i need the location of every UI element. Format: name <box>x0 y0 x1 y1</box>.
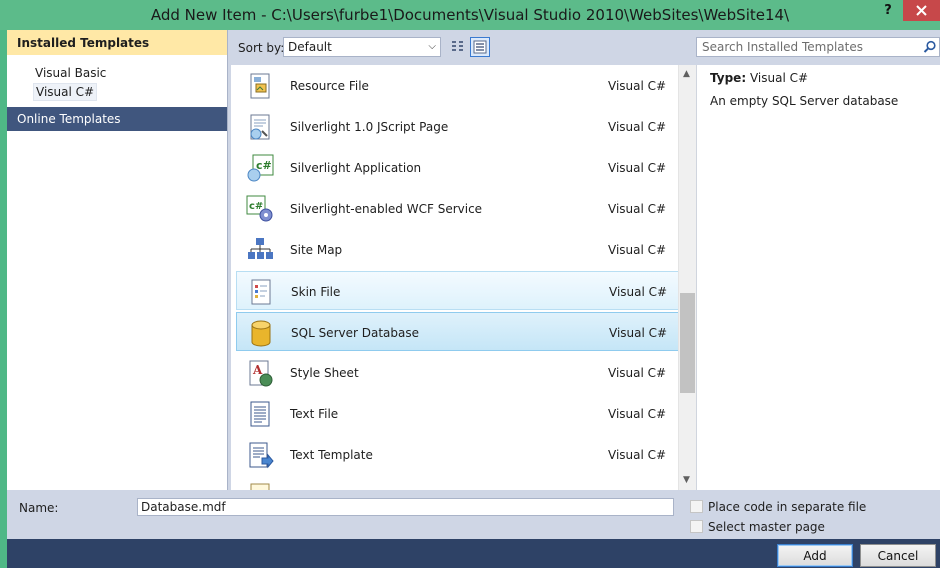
scroll-thumb[interactable] <box>680 293 695 393</box>
template-name: Silverlight-enabled WCF Service <box>290 202 483 216</box>
template-name: Silverlight 1.0 JScript Page <box>290 120 449 134</box>
template-language: Visual C# <box>608 448 667 462</box>
sort-dropdown[interactable]: Default ⌵ <box>283 37 441 57</box>
search-input[interactable]: Search Installed Templates <box>696 37 940 57</box>
list-item[interactable]: SQL Server Database Visual C# <box>236 312 679 351</box>
details-pane: Type: Visual C# An empty SQL Server data… <box>696 65 940 490</box>
text-file-icon <box>250 401 270 427</box>
xml-file-icon <box>250 483 270 490</box>
template-description: An empty SQL Server database <box>710 94 899 108</box>
scroll-up-icon[interactable]: ▲ <box>683 69 690 79</box>
template-name: Text File <box>290 407 339 421</box>
online-templates-header[interactable]: Online Templates <box>7 107 227 131</box>
template-tree: Installed Templates Visual Basic Visual … <box>7 30 228 490</box>
tree-item-visual-basic[interactable]: Visual Basic <box>33 65 108 81</box>
scroll-down-icon[interactable]: ▼ <box>683 475 690 485</box>
list-view-icon <box>452 41 463 51</box>
dialog-client: Installed Templates Visual Basic Visual … <box>7 30 940 568</box>
silverlight-jscript-icon <box>250 114 270 140</box>
svg-text:c#: c# <box>249 201 263 212</box>
template-name: Site Map <box>290 243 343 257</box>
options-area: Name: Database.mdf Place code in separat… <box>7 490 940 539</box>
svg-text:c#: c# <box>256 159 272 172</box>
template-language: Visual C# <box>608 366 667 380</box>
template-language: Visual C# <box>609 326 668 340</box>
template-language: Visual C# <box>608 161 667 175</box>
window-title: Add New Item - C:\Users\furbe1\Documents… <box>150 6 790 24</box>
close-icon <box>916 5 927 16</box>
list-scrollbar[interactable]: ▲ ▼ <box>678 65 696 490</box>
installed-templates-header[interactable]: Installed Templates <box>7 30 227 55</box>
skin-file-icon <box>251 279 271 305</box>
template-name: SQL Server Database <box>291 326 419 340</box>
name-input[interactable]: Database.mdf <box>137 498 674 516</box>
button-bar: Add Cancel <box>7 539 940 568</box>
style-sheet-icon: A <box>249 360 273 387</box>
list-item-partial[interactable] <box>236 476 679 490</box>
list-item[interactable]: c# Silverlight-enabled WCF Service Visua… <box>236 189 679 228</box>
template-language: Visual C# <box>608 243 667 257</box>
svg-text:A: A <box>252 363 263 377</box>
template-list: Resource File Visual C# Silverlight 1.0 … <box>231 65 696 490</box>
resource-file-icon <box>250 73 270 99</box>
details-view-icon <box>473 40 487 54</box>
sort-value: Default <box>288 40 332 54</box>
help-button[interactable]: ? <box>880 3 896 21</box>
medium-icons-view-button[interactable] <box>448 37 468 57</box>
master-page-label[interactable]: Select master page <box>708 520 825 534</box>
name-label: Name: <box>19 501 59 515</box>
wcf-service-icon: c# <box>246 195 273 222</box>
list-item[interactable]: Text Template Visual C# <box>236 435 679 474</box>
chevron-down-icon: ⌵ <box>428 41 436 52</box>
text-template-icon <box>249 442 274 469</box>
small-icons-view-button[interactable] <box>470 37 490 57</box>
template-language: Visual C# <box>609 285 668 299</box>
list-item[interactable]: c# Silverlight Application Visual C# <box>236 148 679 187</box>
list-item[interactable]: A Style Sheet Visual C# <box>236 353 679 392</box>
add-button[interactable]: Add <box>777 544 853 567</box>
template-language: Visual C# <box>608 202 667 216</box>
database-icon <box>251 320 271 347</box>
list-item[interactable]: Silverlight 1.0 JScript Page Visual C# <box>236 107 679 146</box>
silverlight-app-icon: c# <box>247 154 274 182</box>
template-name: Skin File <box>291 285 341 299</box>
type-label: Type: <box>710 71 747 85</box>
cancel-button[interactable]: Cancel <box>860 544 936 567</box>
site-map-icon <box>248 238 273 259</box>
type-row: Type: Visual C# <box>710 71 808 85</box>
template-language: Visual C# <box>608 120 667 134</box>
tree-item-visual-csharp[interactable]: Visual C# <box>33 83 98 101</box>
master-page-checkbox[interactable] <box>690 520 703 533</box>
list-item[interactable]: Site Map Visual C# <box>236 230 679 269</box>
template-language: Visual C# <box>608 407 667 421</box>
template-name: Style Sheet <box>290 366 359 380</box>
search-icon[interactable] <box>923 40 937 54</box>
list-item[interactable]: Skin File Visual C# <box>236 271 679 310</box>
type-value: Visual C# <box>749 71 809 85</box>
list-item[interactable]: Resource File Visual C# <box>236 66 679 105</box>
separate-file-label[interactable]: Place code in separate file <box>708 500 866 514</box>
template-language: Visual C# <box>608 79 667 93</box>
list-item[interactable]: Text File Visual C# <box>236 394 679 433</box>
sort-label: Sort by: <box>238 41 285 55</box>
template-name: Text Template <box>290 448 373 462</box>
close-button[interactable] <box>903 0 940 21</box>
title-bar: Add New Item - C:\Users\furbe1\Documents… <box>0 0 940 30</box>
template-name: Silverlight Application <box>290 161 422 175</box>
separate-file-checkbox[interactable] <box>690 500 703 513</box>
template-name: Resource File <box>290 79 369 93</box>
